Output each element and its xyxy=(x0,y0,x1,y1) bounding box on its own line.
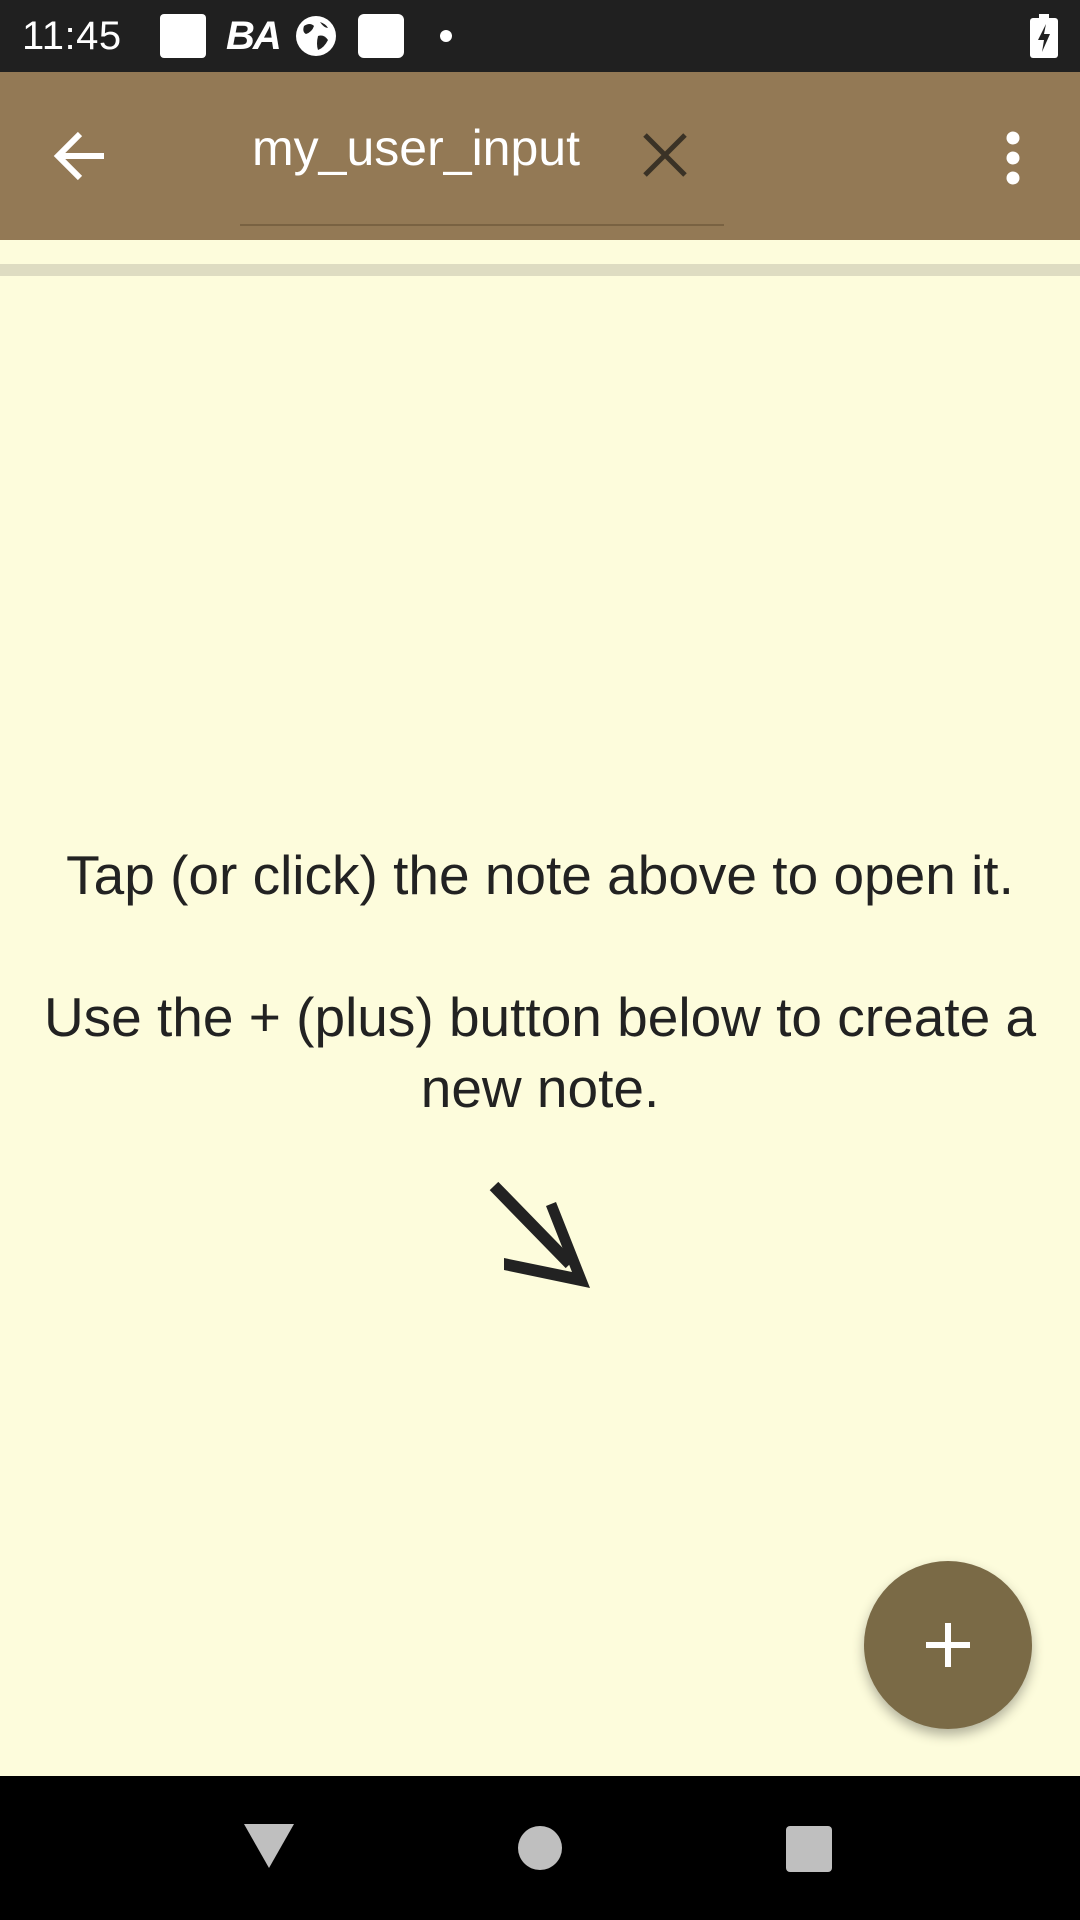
notification-square-icon xyxy=(160,14,206,58)
back-triangle-icon xyxy=(244,1824,294,1868)
globe-icon xyxy=(296,16,336,56)
add-note-button[interactable] xyxy=(864,1561,1032,1729)
nav-home-button[interactable] xyxy=(518,1826,562,1870)
navigation-bar xyxy=(0,1776,1080,1920)
empty-state-message: Tap (or click) the note above to open it… xyxy=(0,840,1080,1124)
empty-state-line-2: Use the + (plus) button below to create … xyxy=(43,986,1037,1119)
empty-state-line-1: Tap (or click) the note above to open it… xyxy=(66,844,1014,906)
overflow-menu-button[interactable] xyxy=(998,130,1028,186)
status-indicator-text: BA xyxy=(226,14,282,58)
close-icon xyxy=(643,133,687,177)
status-time: 11:45 xyxy=(22,14,122,58)
screen: 11:45 BA my_user_input Tap (or click) th… xyxy=(0,0,1080,1920)
arrow-left-icon xyxy=(53,131,104,181)
battery-charging-icon xyxy=(1030,14,1058,58)
clear-search-button[interactable] xyxy=(640,130,690,180)
plus-icon xyxy=(926,1623,970,1667)
notification-square-icon-2 xyxy=(358,14,404,58)
search-field xyxy=(240,72,724,226)
dot-icon xyxy=(440,30,452,42)
more-vert-icon xyxy=(1006,131,1020,185)
search-input[interactable] xyxy=(240,116,580,180)
status-bar: 11:45 BA xyxy=(0,0,1080,72)
list-divider xyxy=(0,264,1080,276)
back-button[interactable] xyxy=(52,130,108,182)
nav-back-button[interactable] xyxy=(244,1824,294,1868)
app-bar xyxy=(0,72,1080,240)
arrow-down-right-icon xyxy=(489,1181,590,1288)
nav-recents-button[interactable] xyxy=(786,1826,832,1872)
